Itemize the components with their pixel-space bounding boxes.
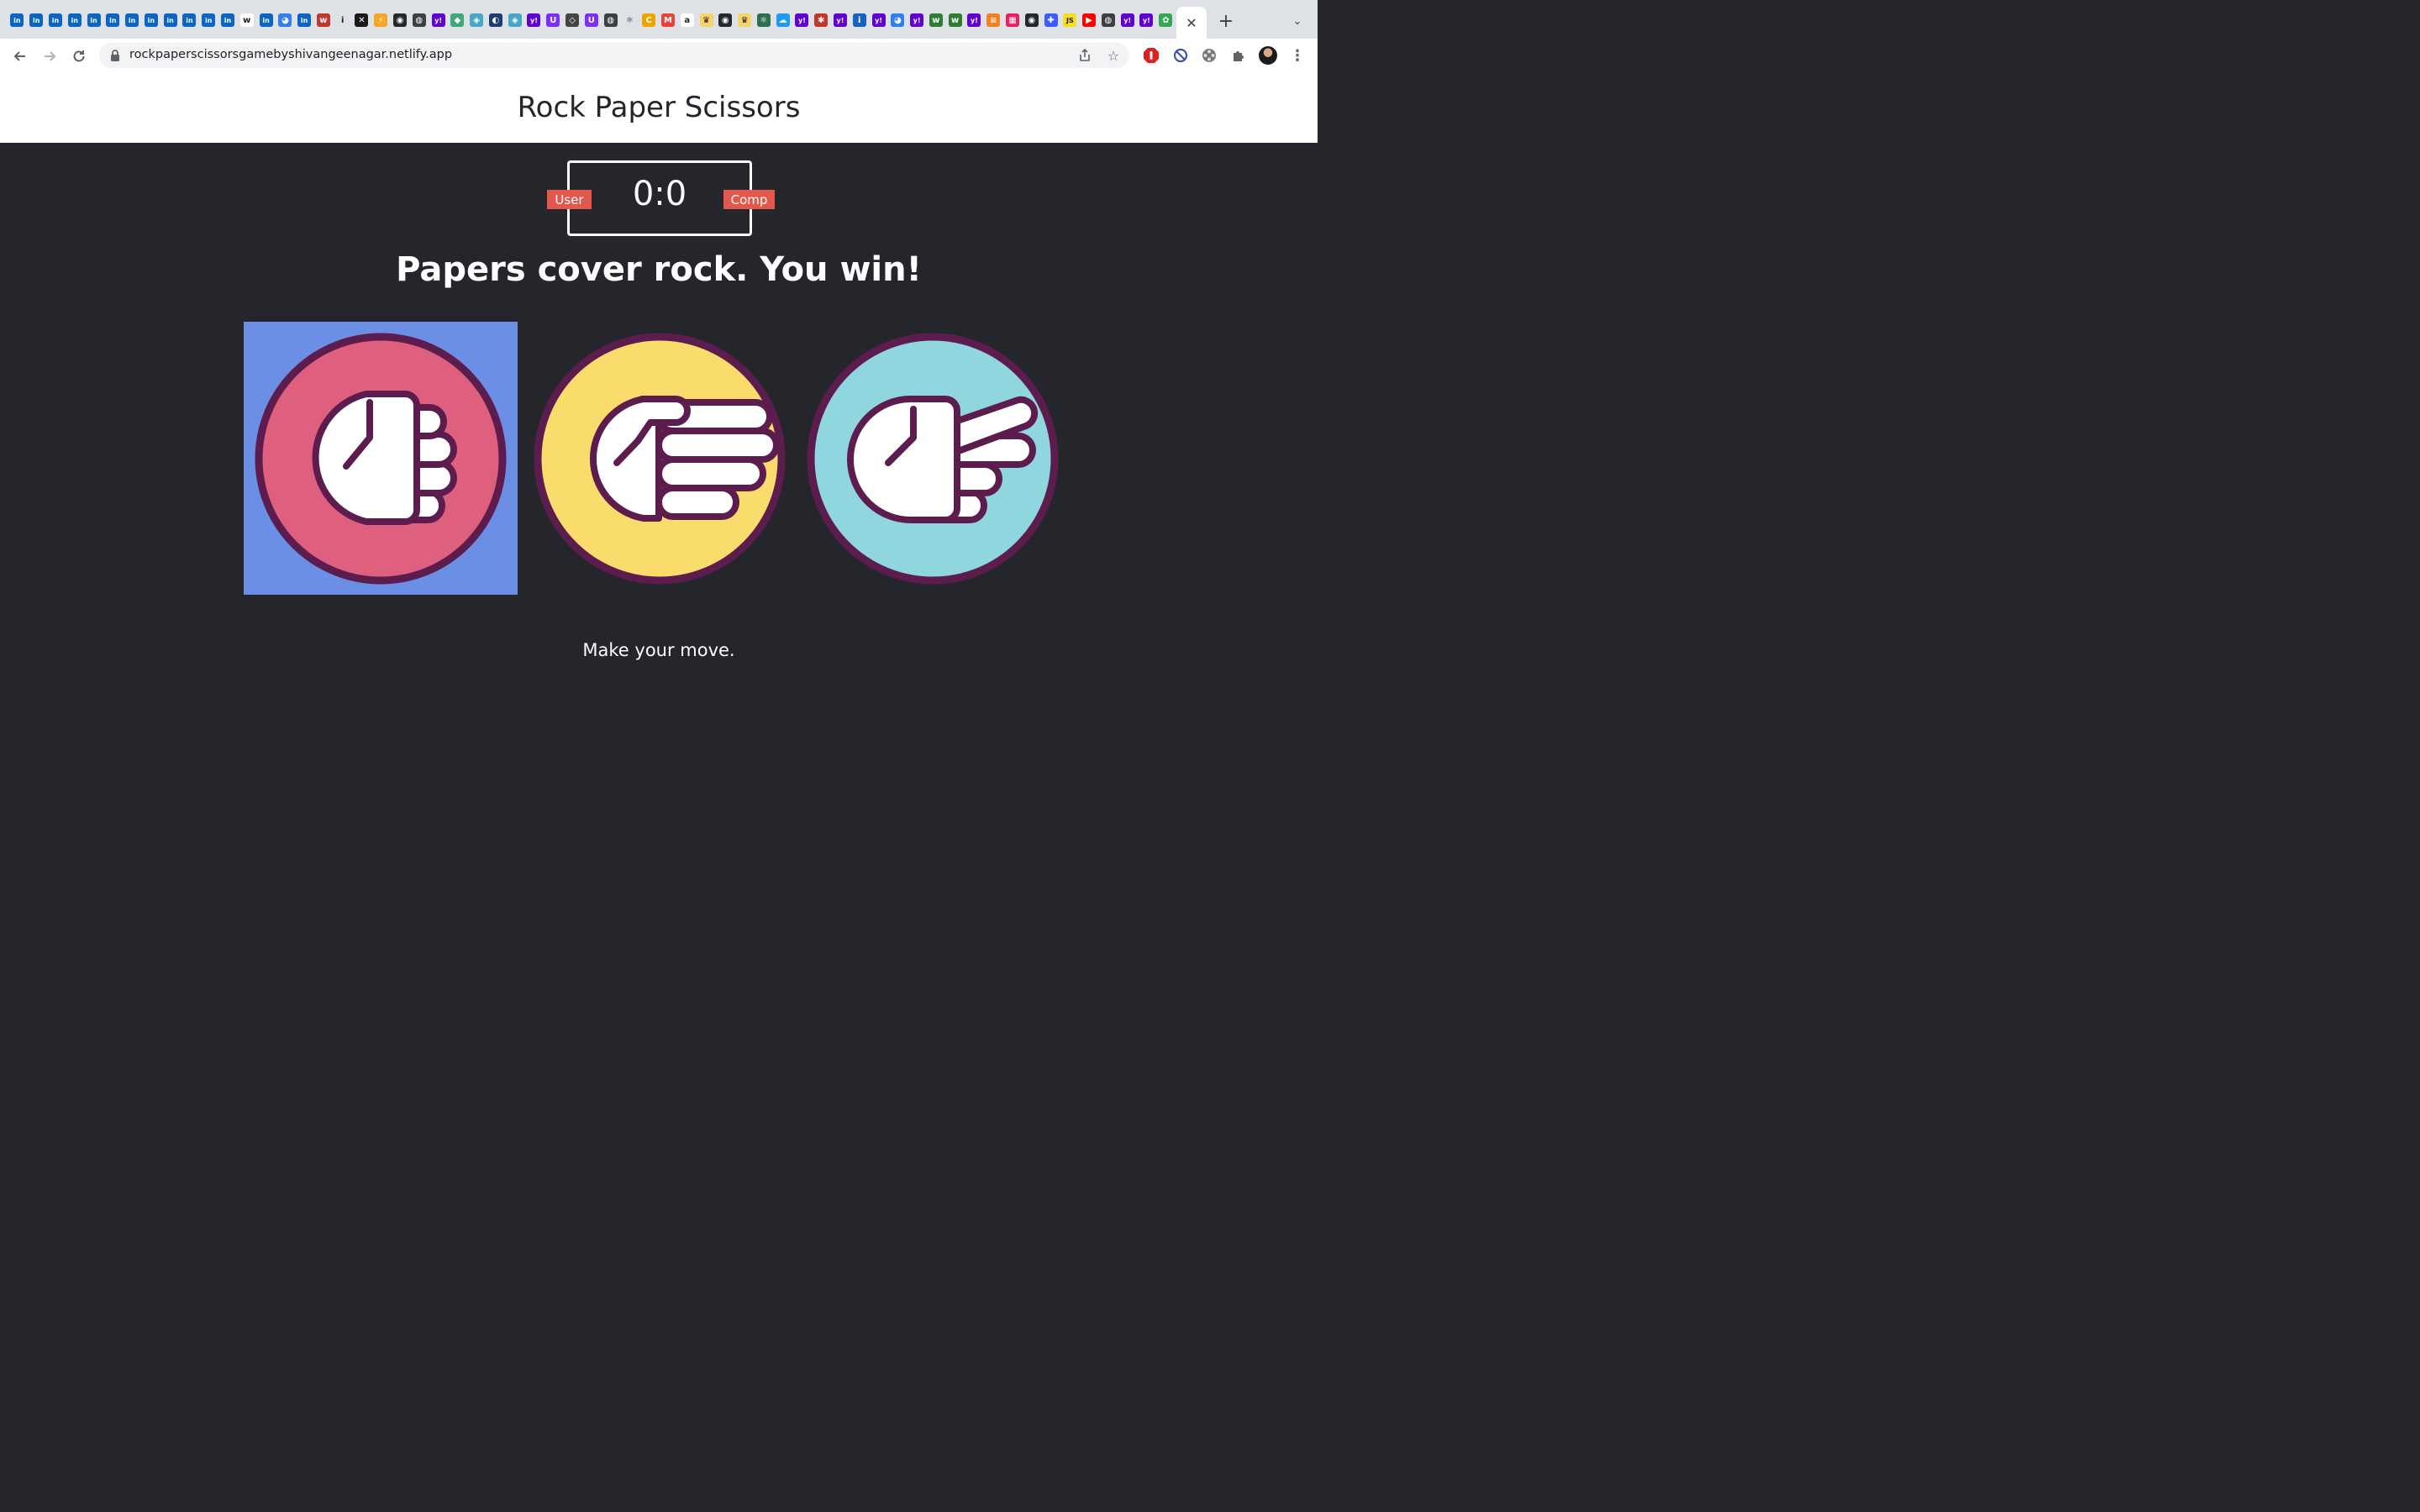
u-icon[interactable]: U bbox=[546, 13, 560, 27]
amazon-icon[interactable]: a bbox=[680, 13, 694, 27]
wc-icon[interactable]: w bbox=[316, 13, 330, 27]
url-text[interactable]: rockpaperscissorsgamebyshivangeenagar.ne… bbox=[129, 48, 452, 61]
browser-menu-icon[interactable]: ⋮ bbox=[1289, 46, 1306, 65]
prompt-message: Make your move. bbox=[582, 640, 735, 660]
page-header: Rock Paper Scissors bbox=[0, 72, 1318, 143]
paper-choice[interactable] bbox=[523, 322, 797, 595]
linkedin-icon[interactable]: in bbox=[297, 13, 312, 27]
figure-icon[interactable]: ✱ bbox=[814, 13, 829, 27]
youtube-icon[interactable]: ▶ bbox=[1082, 13, 1097, 27]
u-icon[interactable]: U bbox=[584, 13, 598, 27]
info-icon[interactable]: i bbox=[852, 13, 866, 27]
linkedin-icon[interactable]: in bbox=[29, 13, 44, 27]
crown-icon[interactable]: ♛ bbox=[738, 13, 752, 27]
linkedin-icon[interactable]: in bbox=[259, 13, 273, 27]
share-icon[interactable] bbox=[1076, 46, 1094, 65]
profile-avatar[interactable] bbox=[1259, 46, 1277, 65]
globe-icon[interactable]: ◍ bbox=[603, 13, 618, 27]
linkedin-icon[interactable]: in bbox=[202, 13, 216, 27]
browser-toolbar: rockpaperscissorsgamebyshivangeenagar.ne… bbox=[0, 39, 1318, 73]
back-icon[interactable] bbox=[9, 45, 31, 67]
lock-icon bbox=[111, 50, 119, 61]
puzzle-icon[interactable]: ✚ bbox=[1044, 13, 1058, 27]
linkedin-icon[interactable]: in bbox=[87, 13, 101, 27]
cube-icon[interactable]: ◇ bbox=[566, 13, 580, 27]
close-tab-icon[interactable]: ✕ bbox=[1186, 15, 1197, 31]
linkedin-icon[interactable]: in bbox=[220, 13, 234, 27]
bookmark-star-icon[interactable]: ☆ bbox=[1104, 46, 1123, 65]
w-icon[interactable]: w bbox=[948, 13, 962, 27]
github-icon[interactable]: ◕ bbox=[891, 13, 905, 27]
yahoo-icon[interactable]: y! bbox=[527, 13, 541, 27]
score-value: 0:0 bbox=[632, 175, 687, 213]
c-icon[interactable]: C bbox=[642, 13, 656, 27]
bolt-icon[interactable]: ⚡ bbox=[374, 13, 388, 27]
js-icon[interactable]: JS bbox=[1063, 13, 1077, 27]
yahoo-icon[interactable]: y! bbox=[833, 13, 847, 27]
scissors-choice[interactable] bbox=[796, 322, 1070, 595]
address-bar[interactable]: rockpaperscissorsgamebyshivangeenagar.ne… bbox=[99, 43, 1129, 68]
linkedin-icon[interactable]: in bbox=[106, 13, 120, 27]
linkedin-icon[interactable]: in bbox=[163, 13, 177, 27]
scissors-hand-icon bbox=[807, 333, 1059, 584]
linkedin-icon[interactable]: in bbox=[67, 13, 82, 27]
user-badge: User bbox=[547, 190, 592, 209]
reload-icon[interactable] bbox=[68, 45, 90, 67]
diamond-icon[interactable]: ◆ bbox=[450, 13, 465, 27]
linkedin-icon[interactable]: in bbox=[48, 13, 62, 27]
yahoo-icon[interactable]: y! bbox=[871, 13, 886, 27]
github-icon[interactable]: ◉ bbox=[393, 13, 408, 27]
rock-choice[interactable] bbox=[244, 322, 518, 595]
yahoo-icon[interactable]: y! bbox=[1120, 13, 1134, 27]
new-tab-button[interactable]: + bbox=[1216, 11, 1236, 32]
yahoo-icon[interactable]: y! bbox=[967, 13, 981, 27]
active-tab[interactable]: ✕ bbox=[1176, 7, 1207, 39]
paper-hand-icon bbox=[534, 333, 786, 584]
github-icon[interactable]: ◕ bbox=[278, 13, 292, 27]
pinned-tabs: in in in in in in in in in in in in w in ◕ in w i ✕ ⚡ ◉ ◍ y! ◆ ◈… bbox=[8, 13, 1194, 32]
w-icon[interactable]: w bbox=[929, 13, 943, 27]
crown-icon[interactable]: ♛ bbox=[699, 13, 713, 27]
react-icon[interactable]: ⚛ bbox=[756, 13, 771, 27]
github-icon[interactable]: ◉ bbox=[1024, 13, 1039, 27]
block-extension-icon[interactable] bbox=[1171, 46, 1190, 65]
yahoo-icon[interactable]: y! bbox=[910, 13, 924, 27]
rock-fist-icon bbox=[255, 333, 507, 584]
react-icon[interactable]: ⚛ bbox=[623, 13, 637, 27]
yahoo-icon[interactable]: y! bbox=[795, 13, 809, 27]
comp-badge: Comp bbox=[723, 190, 775, 209]
github-icon[interactable]: ◉ bbox=[718, 13, 733, 27]
tab-search-icon[interactable]: ⌄ bbox=[1287, 11, 1307, 31]
linkedin-icon[interactable]: in bbox=[10, 13, 24, 27]
globe-icon[interactable]: ◍ bbox=[1101, 13, 1115, 27]
linkedin-icon[interactable]: in bbox=[182, 13, 197, 27]
info-icon[interactable]: i bbox=[335, 13, 350, 27]
diamond-icon[interactable]: ◈ bbox=[470, 13, 484, 27]
page-title: Rock Paper Scissors bbox=[517, 91, 801, 124]
leaf-icon[interactable]: ✿ bbox=[1159, 13, 1173, 27]
shark-icon[interactable]: ◐ bbox=[488, 13, 502, 27]
linkedin-icon[interactable]: in bbox=[125, 13, 139, 27]
browser-tab-strip: in in in in in in in in in in in in w in ◕ in w i ✕ ⚡ ◉ ◍ y! ◆ ◈… bbox=[0, 0, 1318, 39]
blocks-icon[interactable]: ▦ bbox=[1006, 13, 1020, 27]
adblock-extension-icon[interactable] bbox=[1142, 46, 1160, 65]
linkedin-icon[interactable]: in bbox=[144, 13, 158, 27]
forward-icon[interactable] bbox=[39, 45, 60, 67]
yahoo-icon[interactable]: y! bbox=[431, 13, 445, 27]
result-message: Papers cover rock. You win! bbox=[396, 250, 922, 289]
extensions-puzzle-icon[interactable] bbox=[1229, 46, 1248, 65]
diamond-icon[interactable]: ◈ bbox=[508, 13, 522, 27]
cloud-icon[interactable]: ☁ bbox=[776, 13, 790, 27]
stack-icon[interactable]: ≡ bbox=[986, 13, 1001, 27]
x-icon[interactable]: ✕ bbox=[355, 13, 369, 27]
globe-icon[interactable]: ◍ bbox=[412, 13, 426, 27]
film-extension-icon[interactable] bbox=[1200, 46, 1218, 65]
gmail-icon[interactable]: M bbox=[660, 13, 675, 27]
w-icon[interactable]: w bbox=[239, 13, 254, 27]
yahoo-icon[interactable]: y! bbox=[1139, 13, 1154, 27]
